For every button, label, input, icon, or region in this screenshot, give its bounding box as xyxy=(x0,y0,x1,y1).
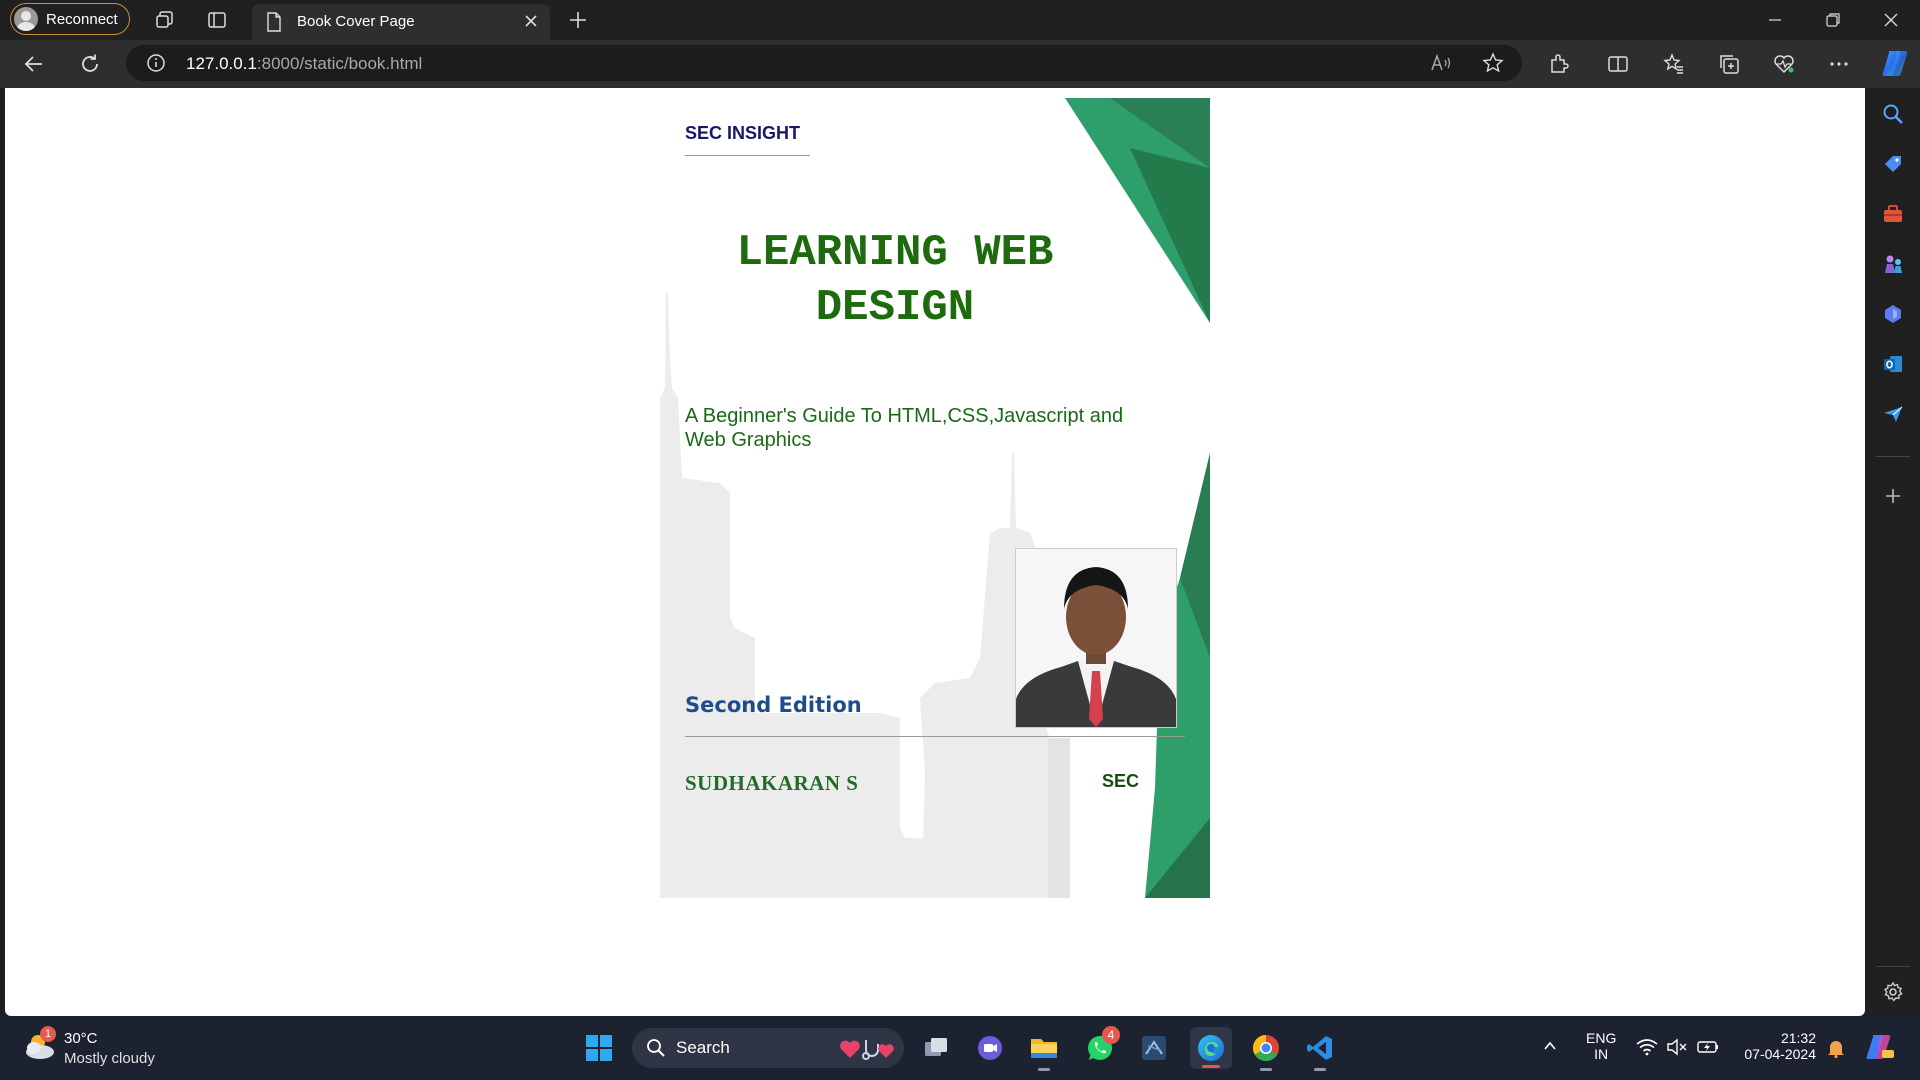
copilot-icon[interactable] xyxy=(1880,48,1910,78)
restore-icon[interactable] xyxy=(1818,6,1848,34)
search-icon[interactable] xyxy=(1879,100,1907,128)
read-aloud-icon[interactable] xyxy=(1430,53,1452,78)
whatsapp-badge: 4 xyxy=(1102,1026,1120,1044)
send-drop-icon[interactable] xyxy=(1879,400,1907,428)
active-indicator xyxy=(1202,1065,1220,1068)
book-title-line2: DESIGN xyxy=(815,283,975,333)
weather-widget[interactable]: 1 xyxy=(22,1026,58,1064)
tab-title: Book Cover Page xyxy=(297,13,415,30)
book-title-line1: LEARNING WEB xyxy=(736,228,1054,278)
book-cover: SEC INSIGHT LEARNING WEB DESIGN A Beginn… xyxy=(660,98,1210,898)
minimize-icon[interactable] xyxy=(1760,6,1790,34)
edge-browser-icon[interactable] xyxy=(1190,1027,1232,1069)
profile-label: Reconnect xyxy=(46,10,118,28)
collections-icon[interactable] xyxy=(1717,52,1741,76)
task-view-icon[interactable] xyxy=(918,1030,954,1066)
outlook-icon[interactable] xyxy=(1879,350,1907,378)
new-tab-icon[interactable] xyxy=(566,8,590,32)
sidebar-divider xyxy=(1876,456,1910,457)
weather-temperature: 30°C xyxy=(64,1030,98,1047)
extensions-icon[interactable] xyxy=(1547,52,1571,76)
profile-avatar-icon xyxy=(14,7,38,31)
copilot-taskbar-icon[interactable] xyxy=(1864,1032,1894,1067)
book-subtitle: A Beginner's Guide To HTML,CSS,Javascrip… xyxy=(685,405,1124,451)
author-name: SUDHAKARAN S xyxy=(685,771,859,795)
chrome-icon[interactable] xyxy=(1248,1030,1284,1071)
start-windows-icon[interactable] xyxy=(581,1030,617,1066)
page-viewport: SEC INSIGHT LEARNING WEB DESIGN A Beginn… xyxy=(5,88,1865,1016)
split-screen-icon[interactable] xyxy=(1606,52,1630,76)
sidebar-bottom-divider xyxy=(1876,966,1910,967)
author-photo xyxy=(1015,548,1177,728)
search-highlight-hearts-icon xyxy=(838,1034,898,1067)
taskbar-search[interactable]: Search xyxy=(632,1028,904,1068)
shopping-tag-icon[interactable] xyxy=(1879,150,1907,178)
url-text: 127.0.0.1:8000/static/book.html xyxy=(186,54,422,74)
favorites-icon[interactable] xyxy=(1662,52,1686,76)
publisher-name: SEC INSIGHT xyxy=(685,123,801,143)
windows-taskbar: 1 30°C Mostly cloudy Search 4 ENG IN 21:… xyxy=(0,1016,1920,1080)
games-icon[interactable] xyxy=(1879,250,1907,278)
vertical-tabs-icon[interactable] xyxy=(205,8,229,32)
search-icon xyxy=(646,1038,666,1063)
running-indicator xyxy=(1038,1068,1050,1071)
back-icon[interactable] xyxy=(22,52,46,76)
clock-time: 21:32 xyxy=(1780,1030,1816,1046)
clock-date: 07-04-2024 xyxy=(1744,1046,1816,1062)
region-code: IN xyxy=(1594,1046,1609,1062)
search-label: Search xyxy=(676,1038,730,1057)
vscode-icon[interactable] xyxy=(1302,1030,1338,1071)
book-title: LEARNING WEB DESIGN xyxy=(720,226,1070,336)
close-tab-icon[interactable] xyxy=(522,12,540,34)
editor-app-icon[interactable] xyxy=(1136,1030,1172,1066)
language-code: ENG xyxy=(1586,1030,1617,1046)
close-window-icon[interactable] xyxy=(1876,6,1906,34)
file-explorer-icon[interactable] xyxy=(1026,1030,1062,1071)
battery-charging-icon[interactable] xyxy=(1696,1038,1720,1061)
clock[interactable]: 21:32 07-04-2024 xyxy=(1738,1030,1816,1062)
running-indicator xyxy=(1314,1068,1326,1071)
tab-book-cover[interactable]: Book Cover Page xyxy=(252,4,550,40)
teams-meet-icon[interactable] xyxy=(972,1030,1008,1066)
browser-tab-bar: Reconnect Book Cover Page xyxy=(0,0,1920,40)
add-sidebar-app-icon[interactable] xyxy=(1879,482,1907,510)
publisher-divider xyxy=(685,155,810,156)
edition-divider xyxy=(685,736,1185,737)
language-indicator[interactable]: ENG IN xyxy=(1586,1030,1616,1062)
browser-toolbar: 127.0.0.1:8000/static/book.html xyxy=(0,40,1920,88)
edition-label: Second Edition xyxy=(685,693,862,717)
address-bar[interactable]: 127.0.0.1:8000/static/book.html xyxy=(126,45,1522,81)
weather-badge: 1 xyxy=(40,1026,56,1042)
show-hidden-icons-chevron-icon[interactable] xyxy=(1542,1038,1558,1059)
favorite-star-icon[interactable] xyxy=(1482,52,1504,79)
whatsapp-icon[interactable]: 4 xyxy=(1082,1026,1120,1066)
browser-essentials-icon[interactable] xyxy=(1772,52,1796,76)
profile-button[interactable]: Reconnect xyxy=(10,3,130,35)
wifi-icon[interactable] xyxy=(1636,1038,1658,1061)
notifications-bell-icon[interactable] xyxy=(1826,1038,1846,1063)
workspaces-icon[interactable] xyxy=(153,8,177,32)
more-options-icon[interactable] xyxy=(1827,52,1851,76)
tools-briefcase-icon[interactable] xyxy=(1879,200,1907,228)
running-indicator xyxy=(1260,1068,1272,1071)
site-info-icon[interactable] xyxy=(146,53,166,78)
url-host: 127.0.0.1 xyxy=(186,54,257,73)
weather-description: Mostly cloudy xyxy=(64,1050,155,1067)
refresh-icon[interactable] xyxy=(78,52,102,76)
edge-sidebar xyxy=(1866,88,1920,1016)
imprint-label: SEC xyxy=(1102,771,1140,791)
url-path: :8000/static/book.html xyxy=(256,54,423,73)
page-icon xyxy=(266,12,282,36)
copilot-sidebar-icon[interactable] xyxy=(1879,300,1907,328)
volume-muted-icon[interactable] xyxy=(1666,1038,1688,1061)
sidebar-settings-icon[interactable] xyxy=(1879,978,1907,1006)
